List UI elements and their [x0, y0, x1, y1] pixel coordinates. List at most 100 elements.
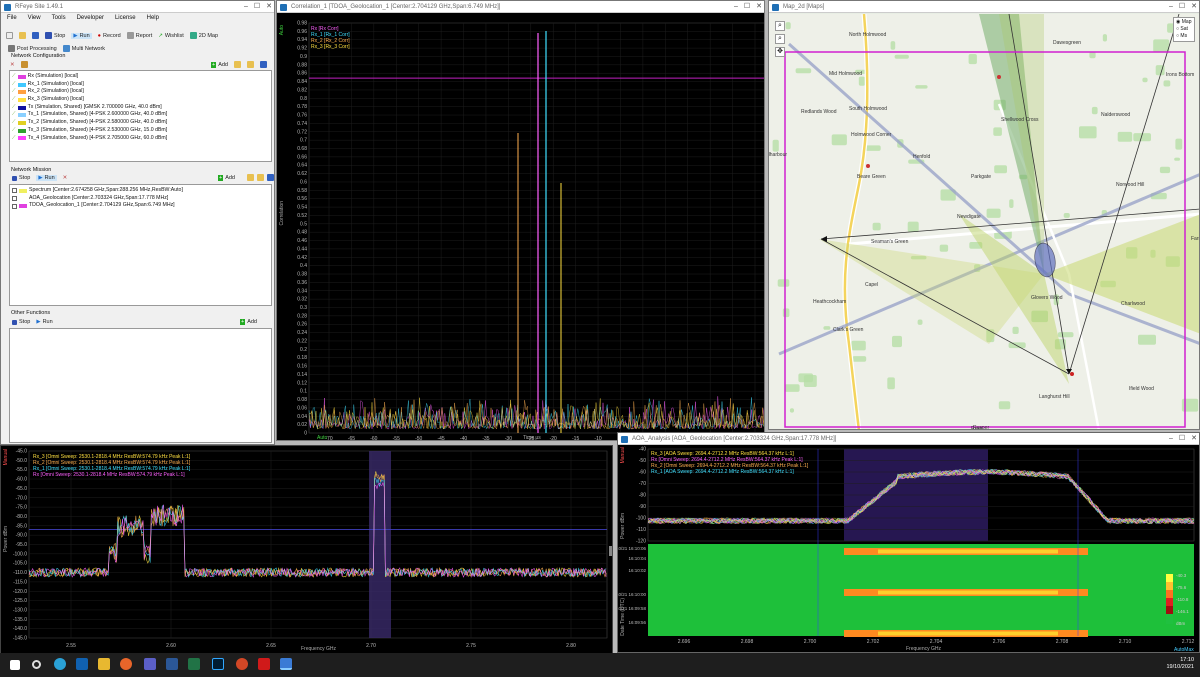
map-type-sat[interactable]: ○ Sat [1176, 26, 1192, 33]
checkbox[interactable] [12, 188, 17, 194]
map-type-map[interactable]: ◉ Map [1176, 19, 1192, 26]
woodland-patch [907, 221, 919, 232]
wishlist-button[interactable]: ↗ Wishlist [158, 33, 184, 39]
y-tick-label: -140.0 [13, 626, 27, 632]
open-folder-icon[interactable] [19, 32, 26, 39]
mission-run-button[interactable]: ▶ Run [36, 175, 57, 181]
spectrum-legend: Rx_3 [Omni Sweep: 2530.1-2818.4 MHz ResB… [33, 454, 191, 478]
correlation-plot[interactable]: 0.98 0.96 0.94 0.92 0.9 0.88 0.86 0.84 0.82 0.8 0.… [277, 13, 765, 441]
run-button[interactable]: ▶ Run [71, 32, 92, 39]
y-tick-label: 0.26 [297, 322, 307, 328]
folder-icon[interactable] [247, 174, 254, 181]
edge-icon[interactable] [54, 658, 66, 670]
folder-open-icon[interactable] [257, 174, 264, 181]
maximize-icon[interactable]: ☐ [744, 2, 750, 12]
close-icon[interactable]: ✕ [1191, 2, 1197, 12]
map-place-label: Dawesgreen [1053, 40, 1082, 46]
checkbox[interactable] [12, 196, 17, 202]
network-config-item[interactable]: ⟋ Tx_4 (Simulation, Shared) [4-PSK 2.7050… [12, 135, 269, 143]
mission-item[interactable]: TDOA_Geolocation_1 [Center:2.704129 GHz,… [12, 202, 269, 210]
maximize-icon[interactable]: ☐ [1179, 434, 1185, 444]
radio-selected-icon: ◉ [1176, 19, 1181, 25]
maximize-icon[interactable]: ☐ [1179, 2, 1185, 12]
waterfall-band-core [878, 549, 1058, 554]
rfeye-taskbar-icon[interactable] [280, 658, 292, 670]
menu-view[interactable]: View [28, 15, 41, 21]
add-receiver-button[interactable]: + Add [210, 61, 228, 68]
photoshop-icon[interactable] [212, 658, 224, 670]
windows-start-icon[interactable] [10, 660, 20, 670]
word-icon[interactable] [166, 658, 178, 670]
other-add-button[interactable]: + Add [239, 319, 257, 325]
edit-icon[interactable] [20, 61, 28, 68]
y-tick-label: 0.52 [297, 213, 307, 219]
time-label: 16:09:56 [628, 620, 646, 625]
network-config-item[interactable]: ⟋ Rx_1 (Simulation) [local] [12, 81, 269, 89]
network-config-item[interactable]: ⟋ Rx_3 (Simulation) [local] [12, 96, 269, 104]
y-tick-label: 0.22 [297, 338, 307, 344]
mission-item[interactable]: Spectrum [Center:2.674258 GHz,Span:288.2… [12, 187, 269, 195]
network-config-item[interactable]: ⟋ Rx (Simulation) [local] [12, 73, 269, 81]
menu-tools[interactable]: Tools [52, 15, 66, 21]
y-tick-label: 0.78 [297, 104, 307, 110]
other-functions-toolbar: Stop ▶ Run + Add [9, 318, 260, 326]
other-run-button[interactable]: ▶ Run [36, 319, 52, 325]
maximize-icon[interactable]: ☐ [254, 2, 260, 12]
menu-help[interactable]: Help [147, 15, 159, 21]
disk-icon[interactable] [267, 174, 274, 181]
report-button[interactable]: Report [126, 32, 152, 39]
network-config-item[interactable]: ⟋ Tx (Simulation, Shared) [GMSK 2.700000 … [12, 104, 269, 112]
mission-item[interactable]: AOA_Geolocation [Center:2.703324 GHz,Spa… [12, 195, 269, 203]
powerpoint-icon[interactable] [236, 658, 248, 670]
other-stop-button[interactable]: Stop [12, 319, 30, 325]
colorbar-label: -146.1 [1176, 609, 1189, 614]
spectrum-plot[interactable]: -45.0 -50.0 -55.0 -60.0 -65.0 -70.0 -75.0 -80.0… [1, 446, 613, 655]
file-explorer-icon[interactable] [98, 658, 110, 670]
map-titlebar: Map_2d [Maps] – ☐ ✕ [769, 1, 1199, 13]
tools-icon[interactable]: ✕ [10, 62, 15, 68]
mission-add-button[interactable]: + Add [217, 175, 235, 181]
new-icon[interactable] [6, 32, 13, 39]
firefox-icon[interactable] [120, 658, 132, 670]
save-icon[interactable] [32, 32, 39, 39]
close-icon[interactable]: ✕ [1191, 434, 1197, 444]
teams-icon[interactable] [144, 658, 156, 670]
y-tick-label: 0.34 [297, 288, 307, 294]
disk-icon[interactable] [260, 61, 267, 68]
network-config-item[interactable]: ⟋ Tx_2 (Simulation, Shared) [4-PSK 2.5800… [12, 119, 269, 127]
acrobat-icon[interactable] [258, 658, 270, 670]
network-config-item[interactable]: ⟋ Tx_3 (Simulation, Shared) [4-PSK 2.5300… [12, 127, 269, 135]
multi-network-button[interactable]: Multi Network [62, 45, 105, 52]
post-processing-button[interactable]: Post Processing [8, 45, 57, 52]
folder-icon[interactable] [234, 61, 241, 68]
excel-icon[interactable] [188, 658, 200, 670]
stop-button[interactable]: Stop [45, 32, 65, 39]
zoom-in-icon[interactable]: ⌕ [775, 21, 785, 31]
correlation-xmode[interactable]: Auto [317, 435, 327, 440]
minimize-icon[interactable]: – [244, 2, 248, 12]
close-icon[interactable]: ✕ [756, 2, 762, 12]
checkbox[interactable] [12, 203, 17, 209]
close-icon[interactable]: ✕ [266, 2, 272, 12]
menu-developer[interactable]: Developer [77, 15, 104, 21]
map-place-label: Norwood Hill [1116, 182, 1145, 188]
minimize-icon[interactable]: – [1169, 2, 1173, 12]
map-type-ms[interactable]: ○ Ms [1176, 33, 1192, 40]
menu-file[interactable]: File [7, 15, 17, 21]
zoom-out-icon[interactable]: ⌕ [775, 34, 785, 44]
network-config-item[interactable]: ⟋ Tx_1 (Simulation, Shared) [4-PSK 2.6000… [12, 111, 269, 119]
folder-open-icon[interactable] [247, 61, 254, 68]
record-button[interactable]: ● Record [98, 33, 121, 39]
network-config-item[interactable]: ⟋ Rx_2 (Simulation) [local] [12, 88, 269, 96]
clock[interactable]: 17:10 19/10/2021 [1166, 657, 1194, 671]
minimize-icon[interactable]: – [734, 2, 738, 12]
menu-license[interactable]: License [115, 15, 136, 21]
tools-icon[interactable]: ✕ [63, 175, 68, 181]
aoa-plot[interactable]: -40 -50 -60 -70 -80 -90 -100 -110 -120 Rx_3 [AOA … [618, 445, 1200, 653]
mission-stop-button[interactable]: Stop [12, 175, 30, 181]
outlook-icon[interactable] [76, 658, 88, 670]
map2d-button[interactable]: 2D Map [189, 32, 218, 39]
search-icon[interactable] [32, 660, 41, 669]
pan-icon[interactable]: ✥ [775, 47, 785, 57]
minimize-icon[interactable]: – [1169, 434, 1173, 444]
